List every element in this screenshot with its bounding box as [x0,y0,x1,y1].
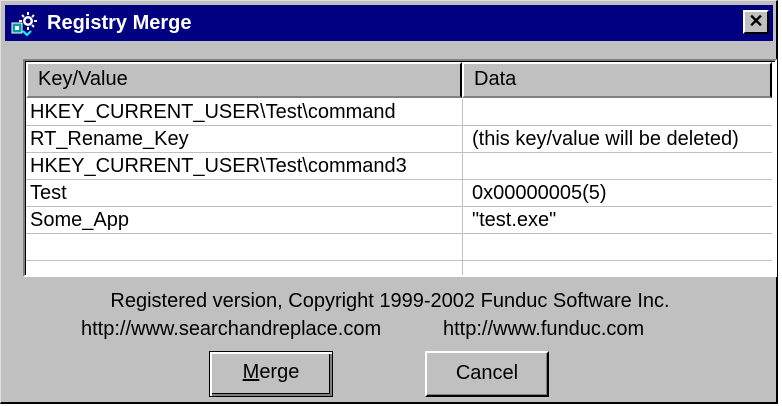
close-button[interactable]: ✕ [743,10,769,34]
key-cell: HKEY_CURRENT_USER\Test\command [30,101,396,123]
key-cell: Some_App [30,209,129,231]
data-cell [472,153,772,179]
key-cell: RT_Rename_Key [30,128,189,150]
list-row[interactable]: Test 0x00000005(5) [26,180,772,207]
column-header-key-value[interactable]: Key/Value [26,62,462,98]
key-cell: HKEY_CURRENT_USER\Test\command3 [30,155,407,177]
registry-app-icon [11,12,37,37]
window-title: Registry Merge [47,12,192,34]
registry-merge-dialog: Registry Merge ✕ Key/Value Data HKEY_CUR… [0,0,778,404]
data-cell [472,99,772,125]
data-cell: 0x00000005(5) [472,182,607,204]
list-row[interactable]: HKEY_CURRENT_USER\Test\command [26,99,772,126]
list-header: Key/Value Data [26,62,772,98]
funduc-url: http://www.funduc.com [443,318,645,340]
list-row[interactable]: HKEY_CURRENT_USER\Test\command3 [26,153,772,180]
data-cell [472,234,772,260]
registry-entries-list[interactable]: Key/Value Data HKEY_CURRENT_USER\Test\co… [23,59,777,277]
key-cell: Test [30,182,67,204]
list-row[interactable]: Some_App "test.exe" [26,207,772,234]
list-rows: HKEY_CURRENT_USER\Test\command RT_Rename… [26,99,772,261]
searchandreplace-url: http://www.searchandreplace.com [81,318,382,340]
column-header-data[interactable]: Data [462,62,772,98]
data-cell: "test.exe" [472,209,557,231]
close-icon: ✕ [748,11,764,31]
title-bar[interactable]: Registry Merge ✕ [5,5,773,41]
copyright-text: Registered version, Copyright 1999-2002 … [110,290,670,312]
cancel-button[interactable]: Cancel [425,351,549,397]
list-body: Key/Value Data HKEY_CURRENT_USER\Test\co… [25,61,775,275]
merge-label: erge [259,361,300,383]
merge-mnemonic: M [242,361,260,383]
list-row[interactable] [26,234,772,261]
data-cell: (this key/value will be deleted) [472,128,739,150]
key-cell [30,234,458,260]
merge-button[interactable]: Merge [209,351,333,397]
list-row[interactable]: RT_Rename_Key (this key/value will be de… [26,126,772,153]
